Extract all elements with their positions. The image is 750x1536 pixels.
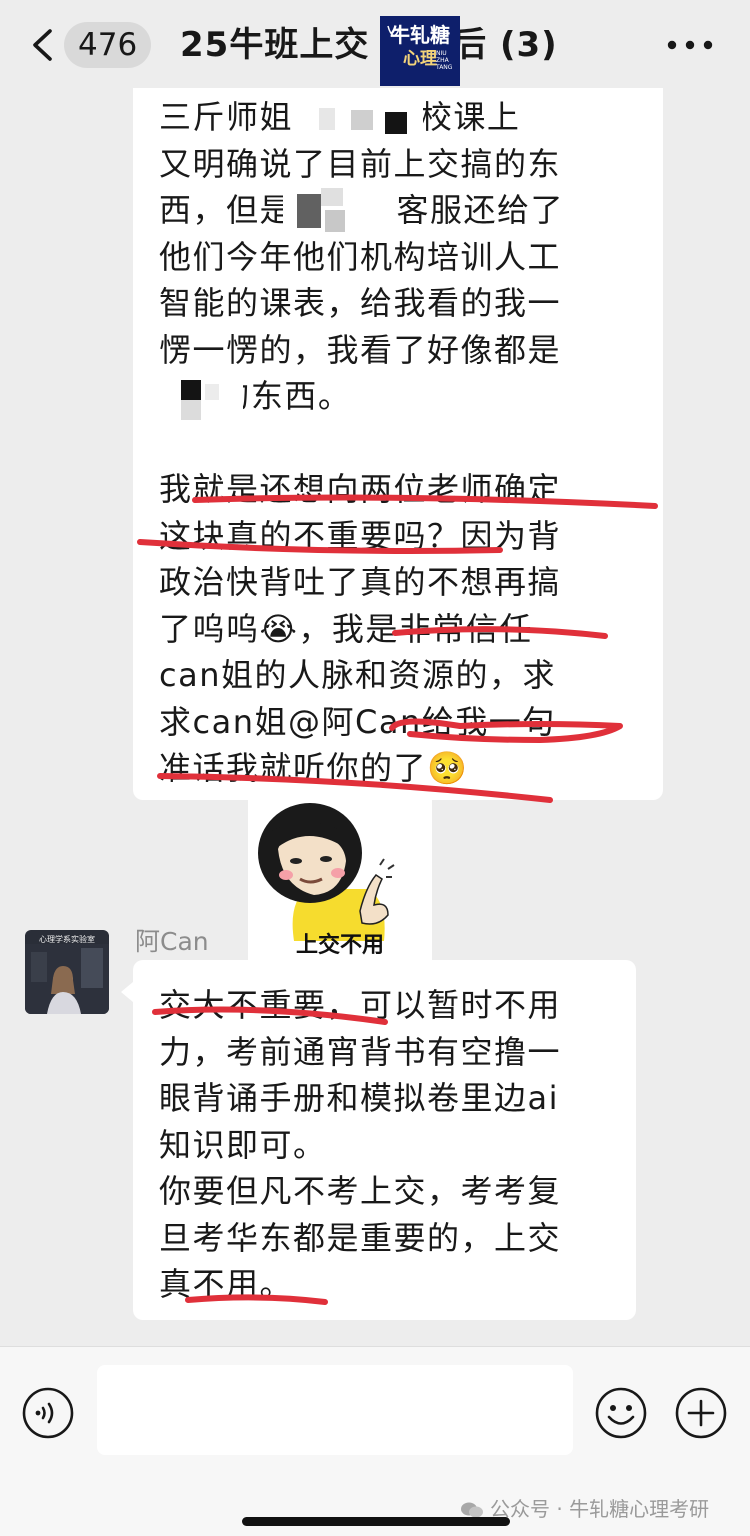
more-options-icon[interactable] — [666, 37, 714, 53]
logo-horn-icon — [387, 25, 401, 37]
sticker-image[interactable]: 上交不用 — [248, 791, 432, 969]
avatar-photo — [25, 944, 109, 1014]
message-input-bar: 公众号 · 牛轧糖心理考研 — [0, 1346, 750, 1536]
message-text: 交大不重要，可以暂时不用 力，考前通宵背书有空撸一 眼背诵手册和模拟卷里边ai … — [159, 986, 562, 1303]
sender-name: 阿Can — [135, 927, 209, 956]
sticker-caption: 上交不用 — [295, 933, 384, 958]
message-bubble-incoming[interactable]: 交大不重要，可以暂时不用 力，考前通宵背书有空撸一 眼背诵手册和模拟卷里边ai … — [121, 960, 636, 1320]
cartoon-sticker-figure — [258, 803, 395, 941]
censor-blur-patch — [283, 188, 393, 236]
unread-count-badge[interactable]: 476 — [64, 22, 152, 68]
voice-input-icon[interactable] — [21, 1386, 75, 1440]
sender-avatar[interactable]: 心理学系实验室 — [25, 930, 109, 1014]
chat-header: 476 25牛班上交 上岸后 (3) 牛轧糖 心理 NIU ZHA TANG — [0, 0, 750, 88]
chat-title[interactable]: 25牛班上交 上岸后 (3) — [180, 22, 558, 68]
watermark-text: 公众号 · 牛轧糖心理考研 — [490, 1497, 710, 1521]
add-plus-icon[interactable] — [674, 1386, 728, 1440]
logo-line-3: NIU ZHA TANG — [436, 50, 453, 71]
censor-blur-patch — [139, 374, 243, 424]
chat-message-list[interactable]: 三斤师姐 院校课上 又明确说了目前上交搞的东 西，但是 的客服还给了 他们今年他… — [0, 88, 750, 1346]
censor-blur-patch — [313, 96, 423, 142]
message-text-input[interactable] — [97, 1365, 573, 1455]
emoji-icon[interactable] — [594, 1386, 648, 1440]
brand-logo: 牛轧糖 心理 NIU ZHA TANG — [380, 16, 460, 86]
message-bubble-outgoing[interactable]: 三斤师姐 院校课上 又明确说了目前上交搞的东 西，但是 的客服还给了 他们今年他… — [133, 88, 663, 800]
home-indicator — [242, 1517, 510, 1526]
back-arrow-icon[interactable] — [30, 28, 56, 62]
